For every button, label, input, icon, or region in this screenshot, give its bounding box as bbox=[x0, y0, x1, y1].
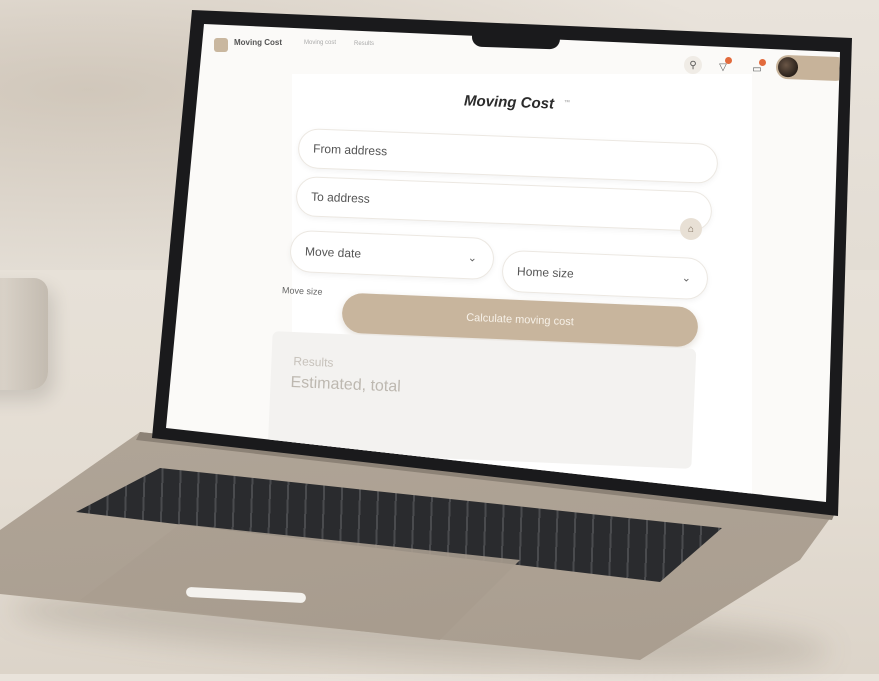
camera-notch bbox=[471, 24, 561, 50]
results-label: Results bbox=[293, 354, 334, 370]
to-address-placeholder: To address bbox=[310, 189, 371, 206]
decor-cylinder bbox=[0, 278, 48, 390]
notification-badge bbox=[725, 57, 732, 64]
estimated-total-label: Estimated, total bbox=[290, 373, 402, 396]
from-address-placeholder: From address bbox=[312, 141, 388, 159]
notifications-button[interactable]: ▽ bbox=[714, 57, 732, 76]
calculate-button-label: Calculate moving cost bbox=[465, 311, 575, 329]
home-icon[interactable]: ⌂ bbox=[680, 218, 702, 240]
search-button[interactable]: ⚲ bbox=[684, 56, 702, 74]
page-title: Moving Cost bbox=[463, 92, 555, 113]
title-mark: ™ bbox=[564, 100, 570, 106]
move-date-select[interactable]: Move date ⌄ bbox=[289, 229, 495, 281]
nav-link-results[interactable]: Results bbox=[354, 41, 374, 47]
home-size-select[interactable]: Home size ⌄ bbox=[501, 249, 709, 301]
home-size-label: Home size bbox=[516, 264, 575, 281]
chevron-down-icon: ⌄ bbox=[681, 272, 692, 285]
messages-button[interactable]: ▭ bbox=[748, 59, 766, 78]
search-icon: ⚲ bbox=[689, 59, 697, 71]
app-name[interactable]: Moving Cost bbox=[234, 38, 282, 47]
message-badge bbox=[759, 59, 766, 66]
profile-menu[interactable] bbox=[775, 54, 840, 82]
move-size-label: Move size bbox=[281, 285, 323, 297]
avatar bbox=[777, 56, 799, 78]
nav-link-moving-cost[interactable]: Moving cost bbox=[304, 40, 336, 46]
chevron-down-icon: ⌄ bbox=[467, 252, 478, 265]
logo-icon[interactable] bbox=[214, 38, 228, 52]
move-date-label: Move date bbox=[304, 244, 362, 261]
